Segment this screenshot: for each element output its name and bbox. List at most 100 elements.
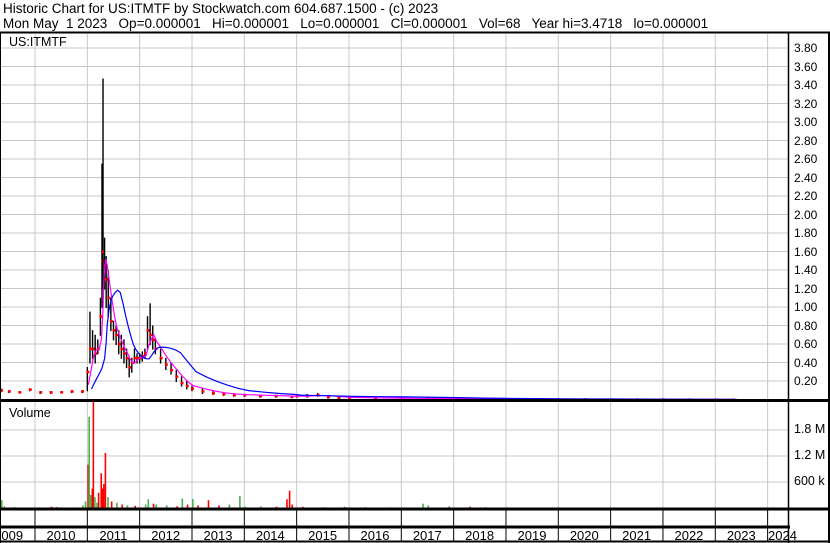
close-marker: [28, 388, 32, 391]
close-marker: [60, 391, 64, 394]
close-marker: [91, 347, 95, 351]
close-marker: [120, 347, 124, 351]
close-marker: [88, 347, 92, 351]
volume-bar: [288, 490, 291, 508]
close-marker: [133, 356, 137, 360]
price-tick-label: 3.00: [794, 115, 818, 129]
symbol-label: US:ITMTF: [9, 35, 67, 49]
year-label: 2021: [622, 528, 652, 543]
chart-frame: [0, 31, 830, 543]
year-label: 2022: [674, 528, 704, 543]
volume-tick-label: 1.2 M: [794, 448, 826, 462]
moving-averages: [87, 259, 737, 401]
price-tick-label: 3.40: [794, 78, 818, 92]
chart-canvas: [0, 31, 830, 543]
volume-label: Volume: [9, 406, 51, 420]
volume-bar: [0, 500, 3, 508]
close-marker: [99, 315, 103, 318]
year-label: 2012: [151, 528, 181, 543]
close-marker: [39, 391, 43, 394]
grid-lines: [0, 34, 788, 541]
price-tick-label: 0.60: [794, 337, 818, 351]
year-label: 2023: [726, 528, 756, 543]
volume-bar: [144, 504, 147, 508]
year-label: 2017: [412, 528, 442, 543]
volume-bar: [286, 499, 288, 508]
volume-bar: [103, 484, 105, 508]
price-tick-label: 3.60: [794, 59, 818, 74]
year-label: 2020: [569, 528, 599, 543]
volume-bar: [88, 417, 90, 508]
price-bars: [0, 78, 735, 401]
year-label: 2009: [0, 528, 24, 543]
price-tick-label: 2.20: [794, 189, 818, 203]
close-marker: [81, 390, 85, 393]
price-tick-label: 2.60: [794, 152, 818, 166]
close-marker: [201, 390, 205, 393]
volume-bars: [0, 401, 717, 508]
volume-bar: [207, 500, 210, 508]
volume-bar: [291, 504, 294, 508]
volume-bar: [100, 473, 103, 508]
year-label: 2010: [46, 528, 76, 543]
close-marker: [180, 381, 184, 385]
moving-average-line: [87, 259, 734, 401]
volume-bar: [422, 503, 424, 508]
price-tick-label: 3.20: [794, 96, 818, 111]
close-marker: [170, 368, 174, 372]
volume-tick-label: 600 k: [794, 474, 825, 488]
volume-bar: [110, 501, 113, 508]
price-tick-label: 0.80: [794, 318, 818, 333]
year-label: 2016: [360, 528, 390, 543]
volume-bar: [239, 495, 241, 508]
price-tick-label: 3.80: [794, 41, 818, 55]
year-label: 2011: [99, 528, 128, 543]
price-tick-label: 1.40: [794, 263, 818, 277]
close-marker: [7, 390, 11, 393]
close-marker: [115, 333, 119, 337]
price-tick-label: 0.20: [794, 374, 818, 388]
price-tick-label: 2.00: [794, 207, 818, 222]
volume-bar: [107, 497, 109, 508]
volume-bar: [116, 502, 118, 508]
close-marker: [146, 329, 150, 332]
price-tick-label: 0.40: [794, 355, 818, 370]
volume-bar: [94, 497, 96, 508]
close-marker: [117, 343, 121, 346]
close-marker: [107, 296, 111, 300]
price-tick-label: 1.60: [794, 244, 818, 259]
close-marker: [122, 352, 126, 355]
year-label: 2015: [308, 528, 338, 543]
volume-bar: [89, 495, 92, 508]
close-marker: [49, 391, 53, 394]
volume-bar: [96, 502, 98, 508]
volume-bar: [155, 504, 157, 508]
close-marker: [190, 387, 194, 390]
close-marker: [164, 363, 168, 366]
close-marker: [149, 333, 153, 337]
price-tick-label: 1.00: [794, 300, 818, 314]
year-label: 2018: [465, 528, 495, 543]
volume-bar: [92, 401, 95, 508]
price-tick-label: 1.80: [794, 226, 818, 240]
close-marker: [86, 370, 90, 374]
close-marker: [185, 384, 189, 388]
price-tick-label: 1.20: [794, 281, 818, 296]
year-label: 2019: [517, 528, 547, 543]
volume-tick-label: 1.8 M: [794, 422, 826, 436]
volume-bar: [186, 504, 189, 508]
volume-bar: [152, 503, 155, 508]
volume-bar: [191, 498, 194, 508]
volume-bar: [84, 501, 87, 508]
close-marker: [128, 366, 132, 369]
close-marker: [125, 356, 129, 360]
close-marker: [175, 375, 179, 378]
year-label: 2024: [768, 528, 797, 543]
volume-bar: [228, 504, 231, 508]
volume-bar: [181, 498, 184, 508]
close-marker: [112, 329, 116, 332]
year-label: 2013: [203, 528, 233, 543]
volume-bar: [104, 452, 107, 508]
close-marker: [109, 319, 113, 323]
close-marker: [18, 391, 22, 394]
